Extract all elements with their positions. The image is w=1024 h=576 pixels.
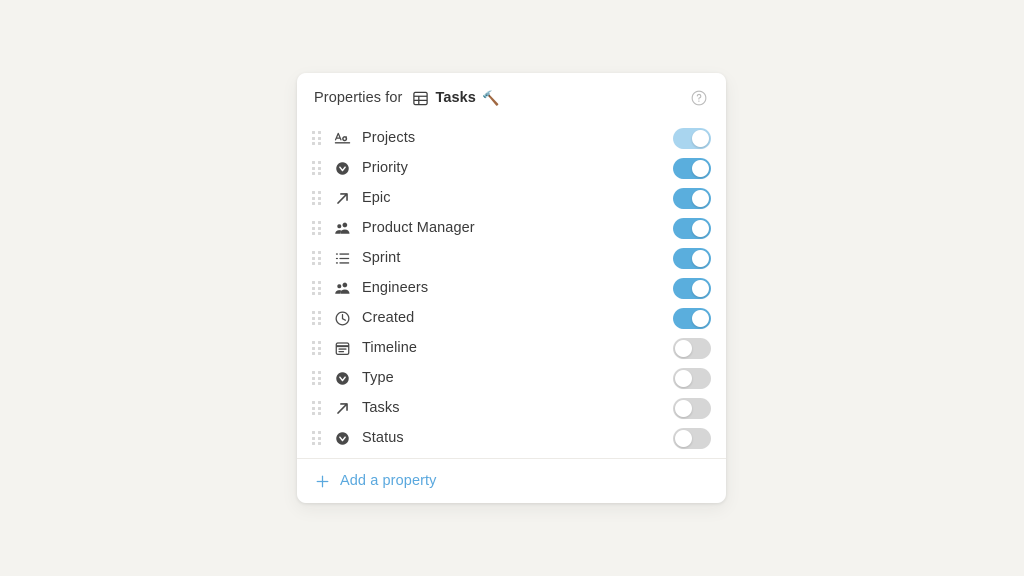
property-label: Tasks — [362, 400, 400, 416]
panel-footer: Add a property — [297, 458, 726, 503]
drag-handle-icon[interactable] — [307, 279, 325, 297]
property-label: Engineers — [362, 280, 429, 296]
property-row: Product Manager — [307, 213, 711, 243]
property-row: Engineers — [307, 273, 711, 303]
property-visibility-toggle[interactable] — [673, 247, 711, 269]
drag-handle-icon[interactable] — [307, 249, 325, 267]
property-visibility-toggle[interactable] — [673, 187, 711, 209]
property-row: Type — [307, 363, 711, 393]
property-visibility-toggle[interactable] — [673, 397, 711, 419]
text-property-icon — [332, 128, 352, 148]
property-row: Projects — [307, 123, 711, 153]
database-name[interactable]: Tasks — [435, 90, 476, 106]
property-label: Projects — [362, 130, 416, 146]
property-visibility-toggle[interactable] — [673, 307, 711, 329]
property-label: Timeline — [362, 340, 418, 356]
toggle-knob — [675, 429, 692, 447]
property-row: Epic — [307, 183, 711, 213]
property-visibility-toggle[interactable] — [673, 367, 711, 389]
toggle-knob — [692, 219, 709, 237]
toggle-knob — [692, 249, 709, 267]
property-label: Product Manager — [362, 220, 475, 236]
hammer-icon: 🔨 — [481, 90, 500, 106]
toggle-knob — [675, 369, 692, 387]
plus-icon — [314, 473, 331, 490]
property-label: Epic — [362, 190, 391, 206]
property-visibility-toggle[interactable] — [673, 277, 711, 299]
properties-panel: Properties for Tasks 🔨 Projects Priority… — [297, 73, 726, 503]
add-property-button[interactable]: Add a property — [314, 473, 437, 490]
screen: Properties for Tasks 🔨 Projects Priority… — [0, 0, 1024, 576]
drag-handle-icon[interactable] — [307, 189, 325, 207]
select-property-icon — [332, 368, 352, 388]
person-property-icon — [332, 278, 352, 298]
toggle-knob — [692, 189, 709, 207]
drag-handle-icon[interactable] — [307, 309, 325, 327]
date-property-icon — [332, 338, 352, 358]
drag-handle-icon[interactable] — [307, 159, 325, 177]
property-label: Type — [362, 370, 394, 386]
property-label: Created — [362, 310, 415, 326]
property-row: Timeline — [307, 333, 711, 363]
property-label: Status — [362, 430, 404, 446]
property-row: Status — [307, 423, 711, 453]
drag-handle-icon[interactable] — [307, 369, 325, 387]
property-visibility-toggle[interactable] — [673, 127, 711, 149]
property-row: Priority — [307, 153, 711, 183]
clock-property-icon — [332, 308, 352, 328]
toggle-knob — [675, 399, 692, 417]
header-prefix-label: Properties for — [314, 90, 403, 106]
property-visibility-toggle[interactable] — [673, 427, 711, 449]
help-circle-icon[interactable] — [688, 87, 710, 109]
property-label: Priority — [362, 160, 408, 176]
toggle-knob — [692, 309, 709, 327]
toggle-knob — [675, 339, 692, 357]
property-visibility-toggle[interactable] — [673, 337, 711, 359]
table-database-icon — [410, 88, 430, 108]
panel-header: Properties for Tasks 🔨 — [297, 73, 726, 123]
relation-property-icon — [332, 398, 352, 418]
drag-handle-icon[interactable] — [307, 429, 325, 447]
drag-handle-icon[interactable] — [307, 339, 325, 357]
property-visibility-toggle[interactable] — [673, 217, 711, 239]
list-property-icon — [332, 248, 352, 268]
drag-handle-icon[interactable] — [307, 399, 325, 417]
property-list: Projects Priority Epic Product Manager Sprin… — [297, 123, 726, 458]
select-property-icon — [332, 158, 352, 178]
relation-property-icon — [332, 188, 352, 208]
add-property-label: Add a property — [340, 473, 437, 489]
page-title: Properties for Tasks 🔨 — [314, 88, 688, 108]
property-row: Tasks — [307, 393, 711, 423]
toggle-knob — [692, 129, 709, 147]
toggle-knob — [692, 279, 709, 297]
drag-handle-icon[interactable] — [307, 129, 325, 147]
property-label: Sprint — [362, 250, 401, 266]
drag-handle-icon[interactable] — [307, 219, 325, 237]
person-property-icon — [332, 218, 352, 238]
property-visibility-toggle[interactable] — [673, 157, 711, 179]
property-row: Created — [307, 303, 711, 333]
select-property-icon — [332, 428, 352, 448]
toggle-knob — [692, 159, 709, 177]
property-row: Sprint — [307, 243, 711, 273]
